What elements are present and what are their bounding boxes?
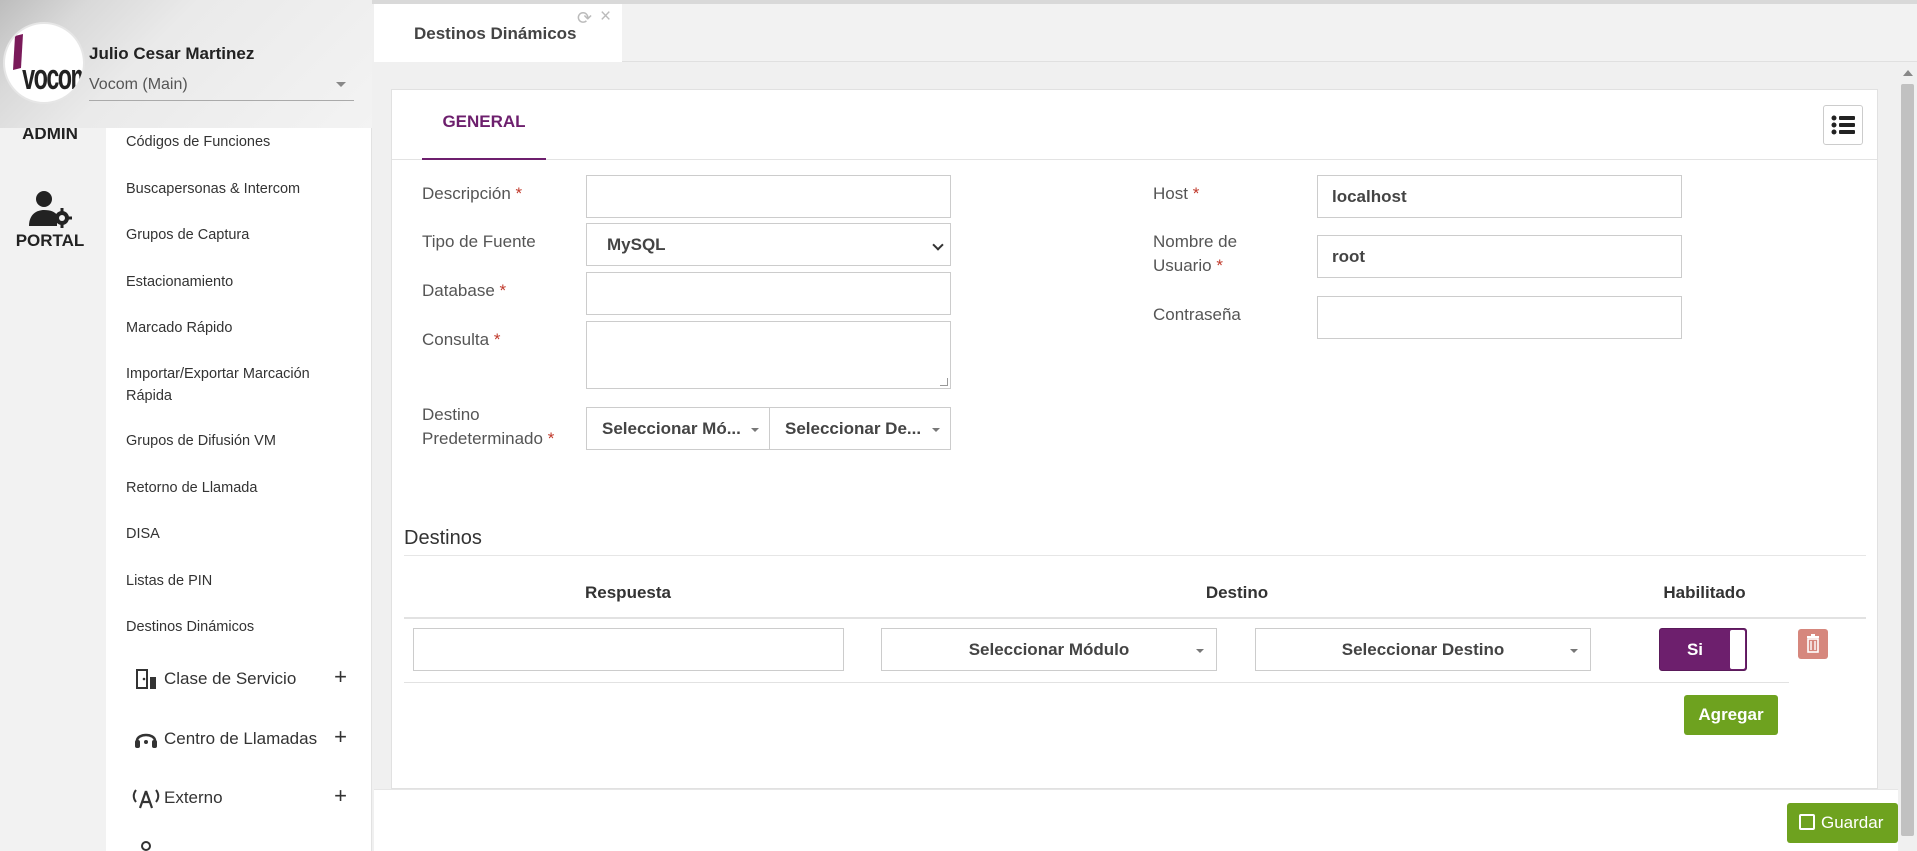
descripcion-label: Descripción * (422, 184, 523, 203)
svg-text:vocom: vocom (22, 58, 85, 97)
toggle-label: Si (1686, 640, 1704, 659)
list-icon (1831, 115, 1855, 135)
panel-tabs: GENERAL (392, 90, 1877, 160)
user-gear-icon (29, 191, 72, 228)
sidebar-item-disa[interactable]: DISA (126, 523, 346, 545)
page-scrollbar[interactable] (1898, 66, 1917, 851)
sidebar-item-grupos-difusion[interactable]: Grupos de Difusión VM (126, 430, 346, 452)
resize-grip-icon[interactable] (940, 378, 948, 386)
habilitado-toggle[interactable]: Si (1659, 628, 1747, 671)
section-divider (404, 555, 1866, 556)
column-header-destino: Destino (1205, 583, 1269, 602)
main-panel: GENERAL Descripción * Tipo de Fuente MyS… (391, 89, 1878, 789)
sidebar-item-estacionamiento[interactable]: Estacionamiento (126, 271, 346, 293)
headset-icon (135, 733, 157, 748)
antenna-icon (132, 789, 160, 809)
consulta-label: Consulta * (422, 330, 501, 349)
group-label-externo: Externo (164, 788, 223, 807)
destino-modulo-select[interactable]: Seleccionar Mó... (586, 407, 770, 450)
scroll-up-arrow-icon[interactable] (1903, 70, 1913, 76)
sidebar-item-retorno-llamada[interactable]: Retorno de Llamada (126, 477, 346, 499)
save-icon (1799, 814, 1815, 830)
row-divider (404, 682, 1789, 683)
database-field[interactable] (586, 272, 951, 315)
row-destino-select[interactable]: Seleccionar Destino (1255, 628, 1591, 671)
consulta-textarea[interactable] (586, 321, 951, 389)
save-button[interactable]: Guardar (1787, 803, 1898, 843)
company-select-value: Vocom (Main) (89, 76, 188, 93)
sidebar-item-marcado-rapido[interactable]: Marcado Rápido (126, 317, 346, 339)
user-header: vocom Julio Cesar Martinez Vocom (Main) (0, 0, 372, 128)
sidebar-group-clase-servicio[interactable]: Clase de Servicio + (132, 664, 347, 692)
list-view-button[interactable] (1823, 105, 1863, 145)
column-header-respuesta: Respuesta (585, 583, 671, 602)
destino-destino-value: Seleccionar De... (785, 419, 922, 438)
database-label: Database * (422, 281, 507, 300)
sidebar-item-destinos-dinamicos[interactable]: Destinos Dinámicos (126, 616, 346, 638)
respuesta-input[interactable] (413, 628, 844, 671)
rail-item-portal[interactable]: PORTAL (0, 190, 100, 251)
usuario-field[interactable]: root (1317, 235, 1682, 278)
destino-destino-select[interactable]: Seleccionar De... (769, 407, 951, 450)
sidebar-item-codigos[interactable]: Códigos de Funciones (126, 131, 346, 153)
vocom-logo: vocom (3, 22, 85, 104)
sidebar-item-listas-pin[interactable]: Listas de PIN (126, 570, 346, 592)
expand-plus-icon[interactable]: + (334, 664, 347, 690)
group-label-centro-llamadas: Centro de Llamadas (164, 729, 318, 748)
partial-menu-icon (141, 841, 151, 851)
expand-plus-icon[interactable]: + (334, 783, 347, 809)
destino-predeterminado-label: Destino Predeterminado * (422, 405, 555, 448)
caret-down-icon (336, 82, 346, 87)
row-destino-value: Seleccionar Destino (1341, 640, 1505, 659)
caret-down-icon (1570, 649, 1578, 653)
tab-bar: Destinos Dinámicos ⟳ × (374, 4, 1917, 62)
host-label: Host * (1153, 184, 1200, 203)
tab-title: Destinos Dinámicos (414, 24, 577, 43)
usuario-label: Nombre de Usuario * (1153, 232, 1238, 275)
caret-down-icon (1196, 649, 1204, 653)
tab-destinos-dinamicos[interactable]: Destinos Dinámicos ⟳ × (374, 4, 622, 62)
sidebar-item-importar-exportar[interactable]: Importar/Exportar Marcación Rápida (126, 363, 331, 407)
tipo-fuente-value: MySQL (607, 235, 666, 254)
column-header-habilitado: Habilitado (1663, 583, 1746, 602)
destinos-section-title: Destinos (404, 527, 482, 549)
sidebar-group-externo[interactable]: Externo + (132, 783, 347, 811)
close-icon[interactable]: × (600, 6, 611, 28)
group-label-clase-servicio: Clase de Servicio (164, 669, 297, 688)
company-select[interactable]: Vocom (Main) (89, 73, 354, 101)
save-button-label: Guardar (1821, 813, 1884, 832)
refresh-icon[interactable]: ⟳ (577, 8, 592, 29)
footer-bar (374, 789, 1898, 851)
delete-row-button[interactable] (1798, 629, 1828, 659)
toggle-knob (1730, 630, 1745, 669)
user-name: Julio Cesar Martinez (89, 44, 255, 63)
expand-plus-icon[interactable]: + (334, 724, 347, 750)
row-modulo-select[interactable]: Seleccionar Módulo (881, 628, 1217, 671)
row-modulo-value: Seleccionar Módulo (968, 640, 1130, 659)
sidebar-group-centro-llamadas[interactable]: Centro de Llamadas + (132, 724, 347, 752)
tipo-fuente-select[interactable]: MySQL (586, 223, 951, 266)
caret-down-icon (751, 428, 759, 432)
add-destino-button[interactable]: Agregar (1684, 695, 1778, 735)
host-field[interactable]: localhost (1317, 175, 1682, 218)
table-header-divider (404, 617, 1866, 619)
caret-down-icon (932, 428, 940, 432)
destino-modulo-value: Seleccionar Mó... (602, 419, 741, 438)
door-icon (136, 669, 156, 689)
tab-general[interactable]: GENERAL (422, 112, 546, 160)
sidebar-item-buscapersonas[interactable]: Buscapersonas & Intercom (126, 178, 346, 200)
contrasena-label: Contraseña (1153, 305, 1241, 324)
trash-icon (1807, 634, 1819, 653)
chevron-down-icon (932, 239, 944, 251)
rail-portal-label: PORTAL (15, 231, 85, 250)
tipo-fuente-label: Tipo de Fuente (422, 232, 536, 251)
descripcion-field[interactable] (586, 175, 951, 218)
sidebar-item-grupos-captura[interactable]: Grupos de Captura (126, 224, 346, 246)
scrollbar-thumb[interactable] (1901, 84, 1914, 836)
contrasena-field[interactable] (1317, 296, 1682, 339)
